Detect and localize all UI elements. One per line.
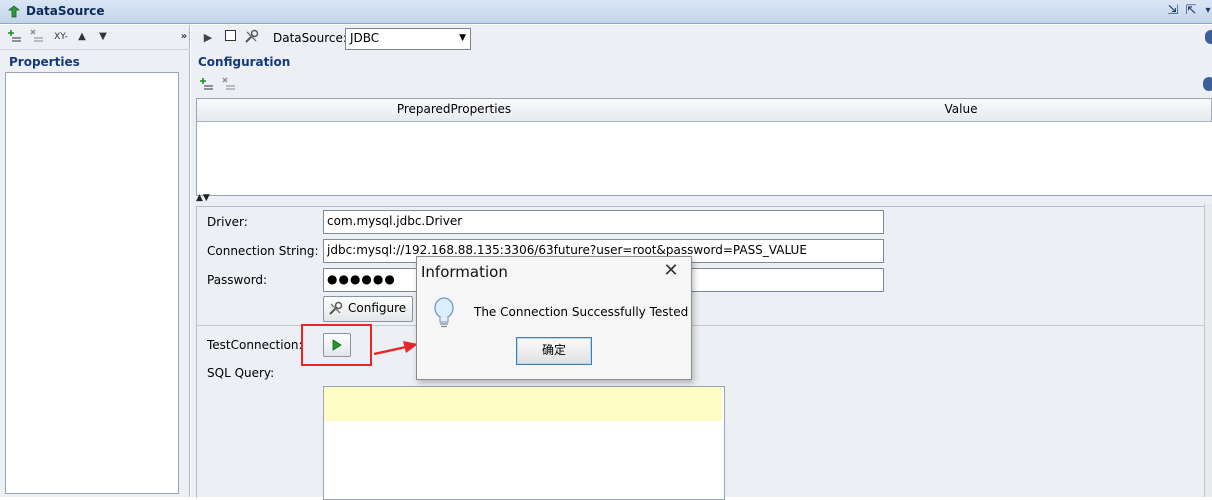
move-down-icon[interactable]: ▼ [97, 29, 109, 45]
sql-query-textarea[interactable] [323, 386, 725, 500]
help-icon[interactable] [1205, 30, 1212, 44]
annotation-arrow-icon [373, 341, 418, 356]
current-line-highlight [324, 387, 722, 421]
information-dialog: Information ✕ The Connection Successfull… [416, 256, 692, 380]
dialog-message: The Connection Successfully Tested [474, 305, 689, 319]
driver-input[interactable]: com.mysql.jdbc.Driver [323, 210, 884, 234]
collapse-panel-icon[interactable]: » [179, 29, 189, 45]
properties-list[interactable] [5, 72, 179, 494]
close-icon[interactable]: ✕ [660, 260, 682, 282]
move-up-icon[interactable]: ▲ [76, 29, 88, 45]
properties-panel: XY- ▲ ▼ » Properties [0, 25, 190, 497]
remove-property-icon[interactable] [222, 77, 236, 93]
datasource-select-value: JDBC [350, 31, 380, 45]
sql-query-label: SQL Query: [207, 366, 275, 380]
run-icon[interactable]: ▶ [202, 30, 214, 46]
properties-heading: Properties [9, 55, 80, 69]
window-titlebar: DataSource ⇲ ⇱ ▾ [0, 0, 1212, 24]
restore-down-icon[interactable]: ⇲ [1165, 3, 1181, 19]
more-icon[interactable]: ▾ [1200, 3, 1212, 19]
column-header-prepared-properties[interactable]: PreparedProperties [197, 99, 712, 122]
ok-button[interactable]: 确定 [516, 337, 592, 365]
stop-icon[interactable] [224, 30, 236, 46]
column-header-value[interactable]: Value [711, 99, 1212, 122]
chevron-down-icon: ▼ [459, 33, 466, 43]
add-property-icon[interactable] [200, 77, 214, 93]
password-label: Password: [207, 273, 268, 287]
datasource-icon [7, 5, 21, 18]
add-row-icon[interactable] [8, 29, 22, 45]
lightbulb-icon [434, 297, 454, 328]
annotation-highlight-box [301, 324, 372, 366]
vertical-scrollbar[interactable] [1204, 204, 1212, 497]
delete-row-icon[interactable] [30, 29, 44, 45]
test-connection-label: TestConnection: [207, 338, 303, 352]
xy-icon[interactable]: XY- [52, 29, 70, 45]
prepared-properties-table[interactable]: PreparedProperties Value [196, 98, 1212, 196]
dialog-title: Information [421, 263, 508, 281]
tools-icon[interactable] [243, 29, 259, 45]
configure-button[interactable]: Configure [323, 296, 413, 322]
configuration-panel: ▶ DataSource: JDBC ▼ Configuration Prepa… [191, 25, 1212, 500]
datasource-select[interactable]: JDBC ▼ [345, 28, 471, 50]
datasource-toolbar: ▶ DataSource: JDBC ▼ [191, 25, 1212, 51]
tools-icon [329, 301, 343, 315]
properties-toolbar: XY- ▲ ▼ » [0, 25, 190, 50]
datasource-label: DataSource: [273, 31, 347, 45]
configuration-heading: Configuration [198, 55, 291, 69]
window-title: DataSource [26, 4, 105, 18]
driver-label: Driver: [207, 215, 248, 229]
maximize-icon[interactable]: ⇱ [1183, 3, 1199, 19]
configure-label: Configure [348, 301, 407, 315]
splitter-handle[interactable]: ▲▼ [196, 193, 1212, 203]
connection-string-label: Connection String: [207, 244, 319, 258]
help-icon-2[interactable] [1203, 77, 1212, 91]
